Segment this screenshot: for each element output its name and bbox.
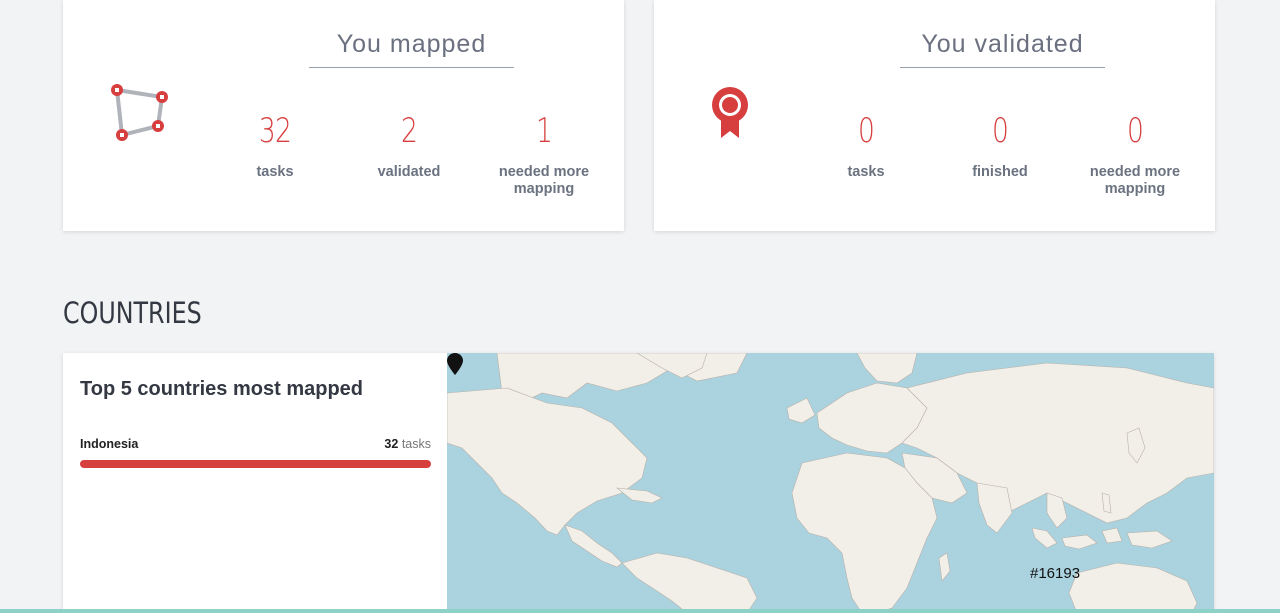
stat-label: needed more mapping <box>498 164 590 197</box>
country-row: Indonesia 32 tasks <box>80 437 431 451</box>
world-map[interactable]: #16193 <box>447 353 1214 613</box>
stat-value: 32 <box>258 111 292 151</box>
stat-label: tasks <box>256 164 294 180</box>
country-task-count: 32 tasks <box>384 437 431 451</box>
stat-label: finished <box>972 164 1028 180</box>
stat-value: 1 <box>535 111 553 151</box>
countries-panel: Top 5 countries most mapped Indonesia 32… <box>63 353 1214 613</box>
card-title: You mapped <box>336 30 487 58</box>
stat-tasks: 0 tasks <box>811 108 921 181</box>
title-divider <box>900 67 1105 68</box>
stat-needed-more-mapping: 0 needed more mapping <box>1080 108 1190 198</box>
country-count-value: 32 <box>384 437 399 451</box>
stat-needed-more-mapping: 1 needed more mapping <box>489 108 599 198</box>
top-countries-title: Top 5 countries most mapped <box>80 378 363 400</box>
stat-validated: 2 validated <box>354 108 464 181</box>
country-name: Indonesia <box>80 437 139 451</box>
stat-label: tasks <box>847 164 885 180</box>
marker-label: #16193 <box>1030 565 1081 582</box>
stat-value: 2 <box>400 111 418 151</box>
stat-finished: 0 finished <box>945 108 1055 181</box>
map-land-layer <box>447 353 1214 613</box>
stat-value: 0 <box>1126 111 1144 151</box>
section-heading-countries: COUNTRIES <box>63 296 202 330</box>
country-count-unit: tasks <box>401 437 431 451</box>
stat-label: needed more mapping <box>1089 164 1181 197</box>
card-title: You validated <box>921 30 1084 58</box>
title-divider <box>309 67 514 68</box>
validated-stats-card: You validated 0 tasks 0 finished 0 neede… <box>654 0 1215 231</box>
map-pin-icon[interactable] <box>447 353 463 375</box>
stat-value: 0 <box>991 111 1009 151</box>
award-ribbon-icon <box>712 87 748 138</box>
polygon-nodes-icon <box>111 84 168 141</box>
mapped-stats-card: You mapped 32 tasks 2 validated 1 needed… <box>63 0 624 231</box>
stat-label: validated <box>377 164 441 180</box>
page-bottom-border <box>0 609 1280 613</box>
stat-value: 0 <box>857 111 875 151</box>
country-progress-bar <box>80 460 431 468</box>
stat-tasks: 32 tasks <box>220 108 330 181</box>
